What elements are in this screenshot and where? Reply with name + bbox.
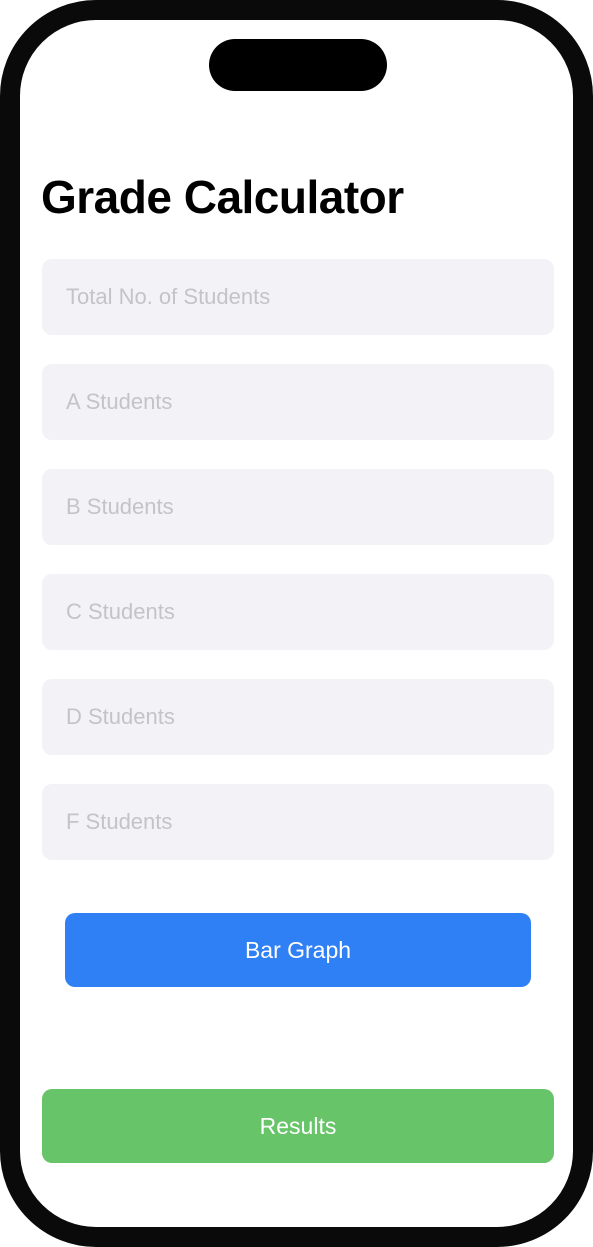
page-title: Grade Calculator xyxy=(41,171,404,223)
results-button-label: Results xyxy=(259,1112,337,1139)
d-students-input[interactable] xyxy=(42,679,554,755)
total-students-input[interactable] xyxy=(42,259,554,335)
bar-graph-button[interactable]: Bar Graph xyxy=(65,913,531,987)
results-button[interactable]: Results xyxy=(42,1089,554,1163)
c-students-input[interactable] xyxy=(42,574,554,650)
a-students-input[interactable] xyxy=(42,364,554,440)
b-students-input[interactable] xyxy=(42,469,554,545)
phone-screen: Grade Calculator Bar Graph Results xyxy=(0,0,593,1247)
dynamic-island xyxy=(209,39,387,91)
f-students-input[interactable] xyxy=(42,784,554,860)
bar-graph-button-label: Bar Graph xyxy=(244,936,352,963)
